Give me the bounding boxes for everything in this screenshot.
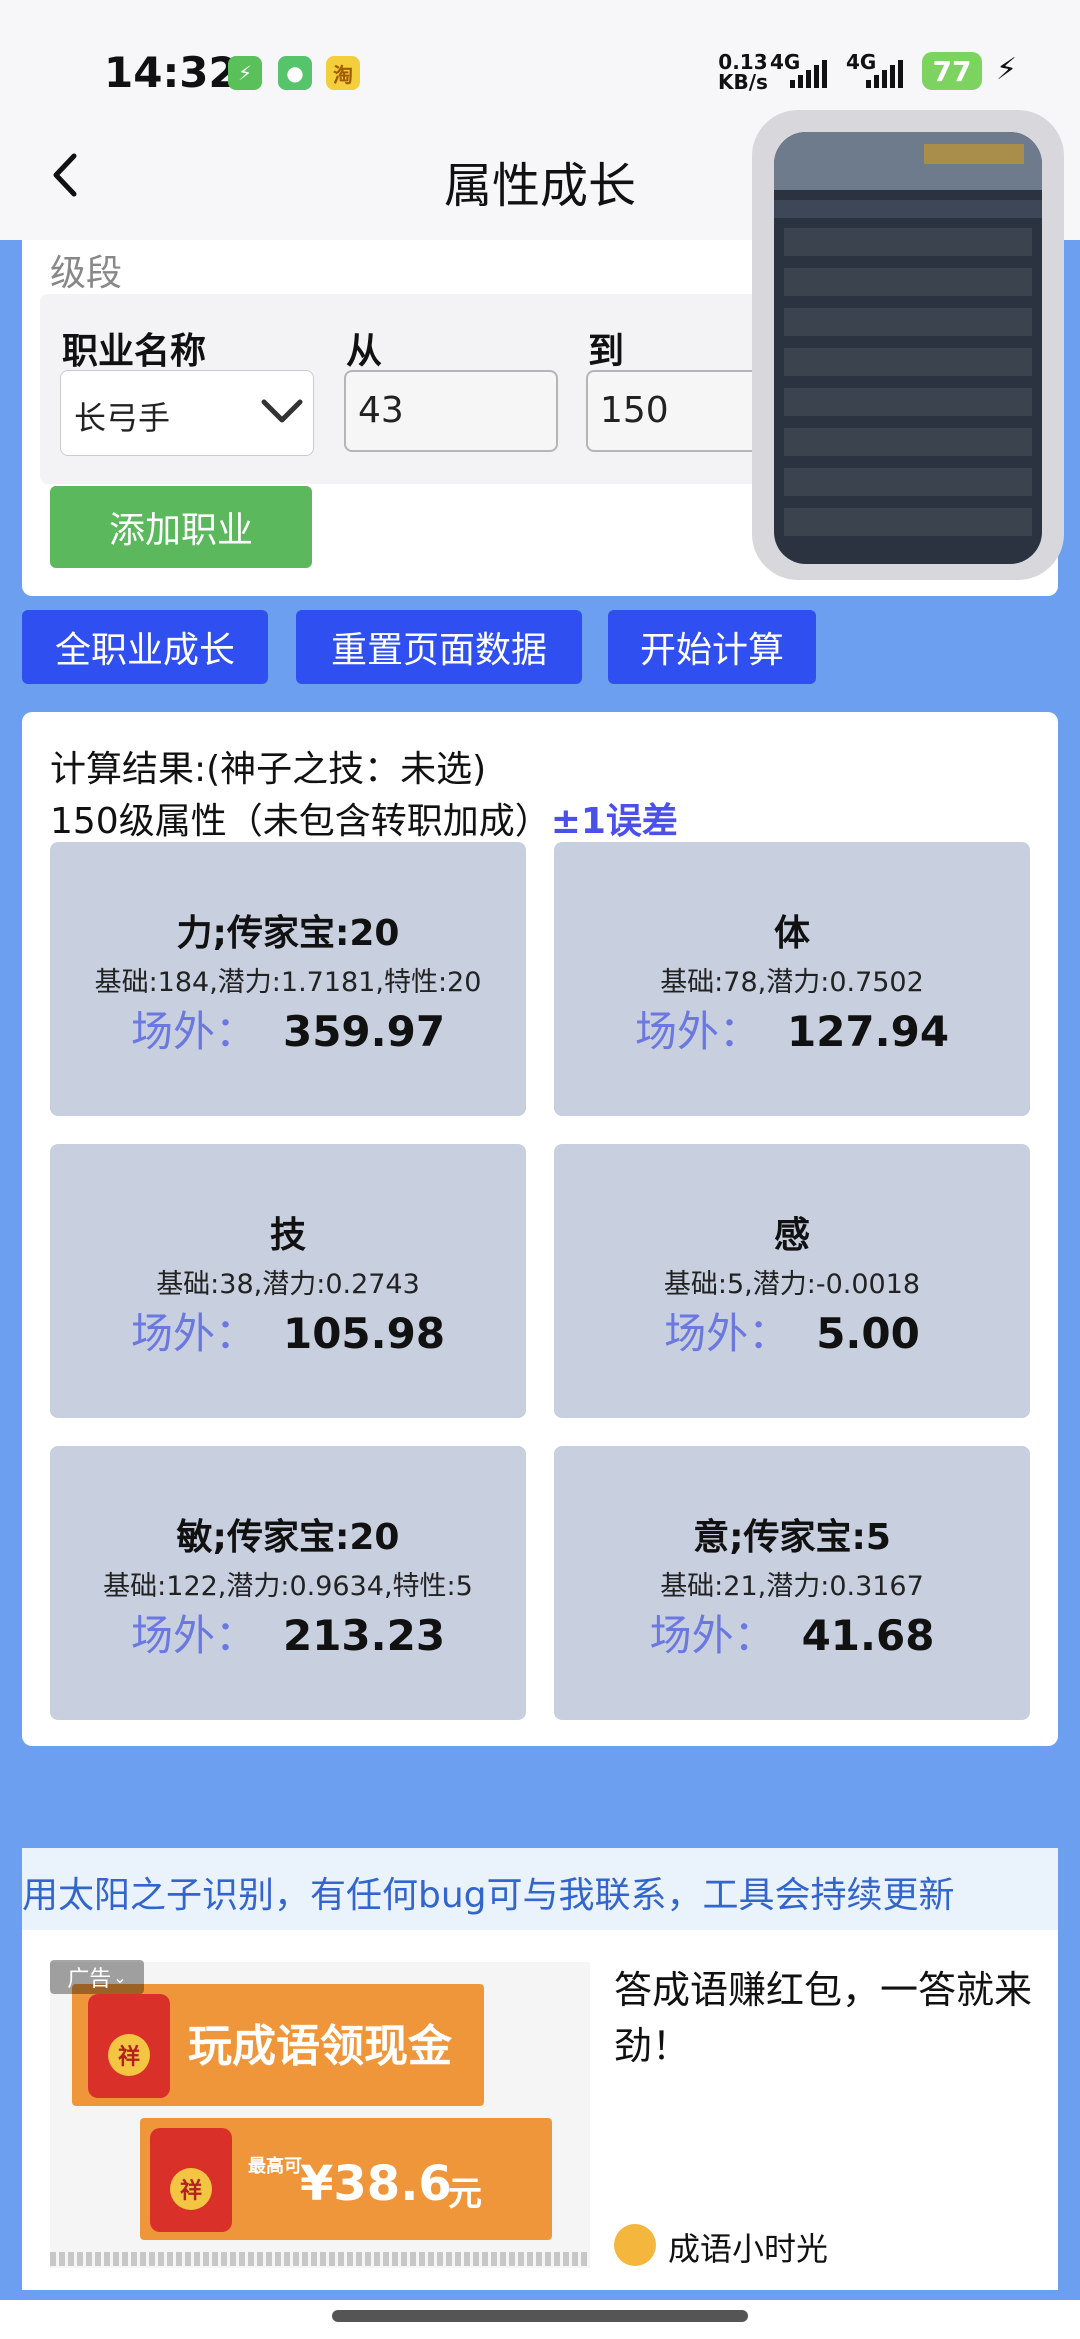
ad-fine-print bbox=[50, 2252, 590, 2266]
stat-detail: 基础:38,潜力:0.2743 bbox=[156, 1269, 420, 1300]
from-level-input[interactable]: 43 bbox=[344, 370, 558, 452]
advertiser-avatar bbox=[614, 2224, 656, 2266]
charging-icon: ⚡ bbox=[996, 52, 1018, 87]
ad-tag[interactable]: 广告 ⌄ bbox=[50, 1960, 144, 1994]
pip-badge bbox=[924, 144, 1024, 164]
outside-label: 场外： bbox=[130, 1309, 257, 1358]
stat-number: 127.94 bbox=[786, 1007, 950, 1056]
pip-row bbox=[784, 308, 1032, 336]
stat-value: 场外： 41.68 bbox=[554, 1602, 1030, 1663]
message-app-icon: ● bbox=[278, 56, 312, 90]
from-label: 从 bbox=[346, 331, 383, 372]
stat-value: 场外： 127.94 bbox=[554, 998, 1030, 1059]
pip-row bbox=[784, 508, 1032, 536]
stat-number: 41.68 bbox=[801, 1611, 935, 1660]
error-note: ±1误差 bbox=[550, 801, 678, 842]
chevron-down-icon bbox=[261, 399, 303, 423]
stat-detail: 基础:5,潜力:-0.0018 bbox=[663, 1269, 921, 1300]
stat-number: 213.23 bbox=[282, 1611, 446, 1660]
battery-level: 77 bbox=[932, 54, 972, 88]
stat-card: 敏;传家宝:20 基础:122,潜力:0.9634,特性:5 场外： 213.23 bbox=[50, 1446, 526, 1720]
stat-title: 敏;传家宝:20 bbox=[176, 1517, 400, 1558]
net-speed: 0.13 KB/s bbox=[718, 52, 768, 92]
stat-card: 技 基础:38,潜力:0.2743 场外： 105.98 bbox=[50, 1144, 526, 1418]
stat-value: 场外： 5.00 bbox=[554, 1300, 1030, 1361]
seal-icon: 祥 bbox=[108, 2034, 150, 2076]
stat-detail: 基础:122,潜力:0.9634,特性:5 bbox=[103, 1571, 473, 1602]
signal-icon-1 bbox=[790, 60, 827, 88]
stat-detail: 基础:21,潜力:0.3167 bbox=[660, 1571, 924, 1602]
ad-banner-title: 玩成语领现金 bbox=[188, 2021, 452, 2072]
signal-icon-2 bbox=[866, 60, 903, 88]
pip-row bbox=[784, 428, 1032, 456]
to-label: 到 bbox=[588, 331, 625, 372]
add-job-button[interactable]: 添加职业 bbox=[50, 486, 312, 568]
result-level-line: 150级属性（未包含转职加成）±1误差 bbox=[50, 792, 678, 844]
stat-card: 体 基础:78,潜力:0.7502 场外： 127.94 bbox=[554, 842, 1030, 1116]
pip-row bbox=[784, 468, 1032, 496]
ad-unit: 元 bbox=[448, 2174, 482, 2214]
status-time: 14:32 bbox=[104, 48, 238, 97]
charge-app-icon: ⚡ bbox=[228, 56, 262, 90]
chevron-down-icon: ⌄ bbox=[113, 1967, 127, 1987]
reset-page-button[interactable]: 重置页面数据 bbox=[296, 610, 582, 684]
ad-tag-label: 广告 bbox=[67, 1967, 112, 1992]
floating-window-content[interactable] bbox=[774, 132, 1042, 564]
stat-title: 感 bbox=[773, 1215, 810, 1256]
all-jobs-growth-button[interactable]: 全职业成长 bbox=[22, 610, 268, 684]
stat-number: 105.98 bbox=[282, 1309, 446, 1358]
stat-title: 力;传家宝:20 bbox=[176, 913, 400, 954]
seal-icon: 祥 bbox=[170, 2168, 212, 2210]
stat-detail: 基础:78,潜力:0.7502 bbox=[660, 967, 924, 998]
net-speed-value: 0.13 bbox=[718, 50, 768, 74]
stat-value: 场外： 213.23 bbox=[50, 1602, 526, 1663]
section-label: 级段 bbox=[50, 253, 123, 294]
red-envelope-icon: 祥 bbox=[88, 1994, 170, 2098]
taobao-app-icon: 淘 bbox=[326, 56, 360, 90]
outside-label: 场外： bbox=[634, 1007, 761, 1056]
job-label: 职业名称 bbox=[62, 331, 207, 372]
net-speed-unit: KB/s bbox=[718, 70, 768, 94]
battery-icon: 77 bbox=[922, 52, 982, 90]
start-calculate-button[interactable]: 开始计算 bbox=[608, 610, 816, 684]
ad-description[interactable]: 答成语赚红包，一答就来劲！ bbox=[614, 1962, 1034, 2074]
pip-row bbox=[784, 388, 1032, 416]
stat-title: 意;传家宝:5 bbox=[693, 1517, 891, 1558]
stat-title: 技 bbox=[269, 1215, 306, 1256]
notice-text: 用太阳之子识别，有任何bug可与我联系，工具会持续更新 bbox=[22, 1875, 955, 1916]
stat-title: 体 bbox=[773, 913, 810, 954]
stat-value: 场外： 105.98 bbox=[50, 1300, 526, 1361]
pip-row bbox=[784, 268, 1032, 296]
pip-row bbox=[784, 228, 1032, 256]
stat-number: 359.97 bbox=[282, 1007, 446, 1056]
stat-card: 感 基础:5,潜力:-0.0018 场外： 5.00 bbox=[554, 1144, 1030, 1418]
advertiser-name[interactable]: 成语小时光 bbox=[668, 2224, 828, 2270]
pip-row bbox=[784, 348, 1032, 376]
result-summary: 计算结果:(神子之技：未选) bbox=[50, 749, 487, 790]
stat-value: 场外： 359.97 bbox=[50, 998, 526, 1059]
pip-tabs bbox=[774, 200, 1042, 218]
job-select-value: 长弓手 bbox=[74, 399, 171, 437]
result-level-text: 150级属性（未包含转职加成） bbox=[50, 801, 551, 842]
ad-max-label: 最高可 bbox=[248, 2156, 302, 2177]
notice-marquee: 用太阳之子识别，有任何bug可与我联系，工具会持续更新 bbox=[22, 1848, 1058, 1930]
outside-label: 场外： bbox=[664, 1309, 791, 1358]
outside-label: 场外： bbox=[130, 1007, 257, 1056]
outside-label: 场外： bbox=[649, 1611, 776, 1660]
home-indicator[interactable] bbox=[332, 2310, 748, 2322]
stat-detail: 基础:184,潜力:1.7181,特性:20 bbox=[94, 967, 482, 998]
stat-card: 意;传家宝:5 基础:21,潜力:0.3167 场外： 41.68 bbox=[554, 1446, 1030, 1720]
red-envelope-icon: 祥 bbox=[150, 2128, 232, 2232]
ad-amount: ¥38.6 bbox=[300, 2156, 452, 2212]
stat-number: 5.00 bbox=[816, 1309, 920, 1358]
outside-label: 场外： bbox=[130, 1611, 257, 1660]
stat-card: 力;传家宝:20 基础:184,潜力:1.7181,特性:20 场外： 359.9… bbox=[50, 842, 526, 1116]
